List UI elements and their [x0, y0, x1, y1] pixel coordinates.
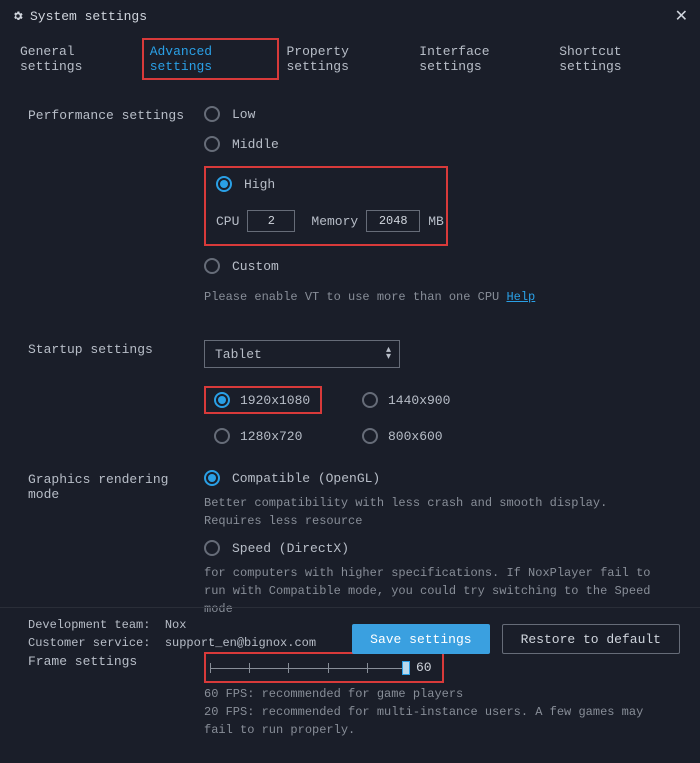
memory-unit: MB: [428, 214, 444, 229]
radio-high-label: High: [244, 177, 275, 192]
section-graphics: Graphics rendering mode Compatible (Open…: [28, 470, 672, 628]
vt-helper: Please enable VT to use more than one CP…: [204, 288, 672, 306]
tab-general[interactable]: General settings: [16, 38, 138, 80]
customer-service-label: Customer service: [28, 636, 150, 650]
dev-team-label: Development team: [28, 618, 150, 632]
tab-interface[interactable]: Interface settings: [415, 38, 551, 80]
frame-desc: 60 FPS: recommended for game players 20 …: [204, 685, 664, 739]
tab-advanced[interactable]: Advanced settings: [142, 38, 279, 80]
radio-compatible[interactable]: [204, 470, 220, 486]
radio-speed[interactable]: [204, 540, 220, 556]
tabs: General settings Advanced settings Prope…: [0, 38, 700, 86]
speed-label: Speed (DirectX): [232, 541, 349, 556]
cpu-input[interactable]: [247, 210, 295, 232]
radio-res-800[interactable]: [362, 428, 378, 444]
startup-select-value: Tablet: [215, 347, 262, 362]
cpu-label: CPU: [216, 214, 239, 229]
radio-low[interactable]: [204, 106, 220, 122]
radio-middle-label: Middle: [232, 137, 279, 152]
chevron-updown-icon: ▴▾: [386, 347, 391, 361]
compatible-label: Compatible (OpenGL): [232, 471, 380, 486]
radio-custom[interactable]: [204, 258, 220, 274]
customer-service-value: support_en@bignox.com: [165, 636, 316, 650]
titlebar: System settings ✕: [0, 0, 700, 32]
radio-middle[interactable]: [204, 136, 220, 152]
footer-info: Development team Nox Customer service su…: [28, 618, 340, 654]
section-startup: Startup settings Tablet ▴▾ 1920x1080 144…: [28, 340, 672, 446]
memory-label: Memory: [311, 214, 358, 229]
section-performance: Performance settings Low Middle High CPU: [28, 106, 672, 316]
graphics-label: Graphics rendering mode: [28, 470, 204, 502]
radio-res-1440[interactable]: [362, 392, 378, 408]
close-icon[interactable]: ✕: [675, 6, 688, 26]
restore-button[interactable]: Restore to default: [502, 624, 680, 654]
res-800-label: 800x600: [388, 429, 443, 444]
tab-property[interactable]: Property settings: [283, 38, 412, 80]
startup-label: Startup settings: [28, 340, 204, 357]
radio-low-label: Low: [232, 107, 255, 122]
radio-high[interactable]: [216, 176, 232, 192]
res-1440-label: 1440x900: [388, 393, 450, 408]
startup-select[interactable]: Tablet ▴▾: [204, 340, 400, 368]
res-1280-label: 1280x720: [240, 429, 302, 444]
radio-res-1920[interactable]: [214, 392, 230, 408]
dev-team-value: Nox: [165, 618, 187, 632]
help-link[interactable]: Help: [506, 290, 535, 304]
res-1920-label: 1920x1080: [240, 393, 310, 408]
tab-shortcut[interactable]: Shortcut settings: [555, 38, 684, 80]
performance-label: Performance settings: [28, 106, 204, 123]
radio-res-1280[interactable]: [214, 428, 230, 444]
radio-custom-label: Custom: [232, 259, 279, 274]
compatible-desc: Better compatibility with less crash and…: [204, 494, 644, 530]
performance-high-highlight: High CPU Memory MB: [204, 166, 448, 246]
footer: Development team Nox Customer service su…: [0, 607, 700, 668]
memory-input[interactable]: [366, 210, 420, 232]
window-title: System settings: [30, 9, 147, 24]
gear-icon: [12, 10, 24, 22]
save-button[interactable]: Save settings: [352, 624, 489, 654]
